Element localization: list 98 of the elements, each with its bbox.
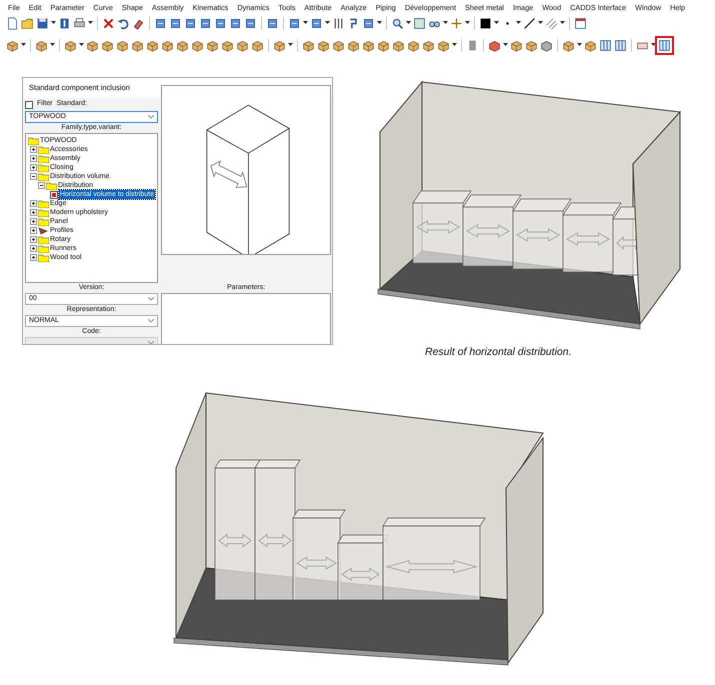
profile-icon: [38, 226, 49, 234]
box-icon[interactable]: [488, 38, 501, 52]
caret-icon[interactable]: [50, 43, 55, 47]
box-icon[interactable]: [407, 38, 420, 52]
caret-icon[interactable]: [538, 21, 543, 25]
caret-icon[interactable]: [651, 43, 656, 47]
square-icon[interactable]: [479, 16, 492, 30]
caret-icon[interactable]: [377, 21, 382, 25]
printer-icon[interactable]: [73, 16, 86, 30]
box-icon[interactable]: [191, 38, 204, 52]
box-icon[interactable]: [221, 38, 234, 52]
box-icon[interactable]: [236, 38, 249, 52]
caret-icon[interactable]: [516, 21, 521, 25]
chevron-icon: [148, 341, 154, 344]
caret-icon[interactable]: [560, 21, 565, 25]
expander-icon[interactable]: [30, 209, 37, 216]
box-icon[interactable]: [131, 38, 144, 52]
box-icon[interactable]: [392, 38, 405, 52]
tool-icon[interactable]: [154, 16, 167, 30]
caret-icon[interactable]: [21, 43, 26, 47]
caret-icon[interactable]: [79, 43, 84, 47]
tool-icon[interactable]: [310, 16, 323, 30]
box-icon[interactable]: [302, 38, 315, 52]
box-icon[interactable]: [540, 38, 553, 52]
box-icon[interactable]: [146, 38, 159, 52]
box-icon[interactable]: [6, 38, 19, 52]
cross-icon[interactable]: [102, 16, 115, 30]
box-icon[interactable]: [251, 38, 264, 52]
caret-icon[interactable]: [51, 21, 56, 25]
window-icon[interactable]: [574, 16, 587, 30]
box-icon[interactable]: [176, 38, 189, 52]
expander-icon[interactable]: [30, 245, 37, 252]
caret-icon[interactable]: [406, 21, 411, 25]
chevron-icon: [148, 319, 154, 323]
expander-icon[interactable]: [30, 218, 37, 225]
component-icon: [50, 190, 58, 198]
box-icon[interactable]: [64, 38, 77, 52]
caret-icon[interactable]: [288, 43, 293, 47]
box-icon[interactable]: [347, 38, 360, 52]
box-icon[interactable]: [437, 38, 450, 52]
chevron-icon: [148, 297, 154, 301]
box-icon[interactable]: [584, 38, 597, 52]
expander-icon[interactable]: [30, 155, 37, 162]
expander-icon[interactable]: [30, 236, 37, 243]
caret-icon[interactable]: [465, 21, 470, 25]
box-icon[interactable]: [116, 38, 129, 52]
undo-icon[interactable]: [117, 16, 130, 30]
panels-icon[interactable]: [614, 38, 627, 52]
expander-icon[interactable]: [30, 254, 37, 261]
tool-icon[interactable]: [199, 16, 212, 30]
box-icon[interactable]: [161, 38, 174, 52]
caret-icon[interactable]: [303, 21, 308, 25]
tool-icon[interactable]: [169, 16, 182, 30]
box-icon[interactable]: [317, 38, 330, 52]
caret-icon[interactable]: [325, 21, 330, 25]
tool-icon[interactable]: [214, 16, 227, 30]
caret-icon[interactable]: [443, 21, 448, 25]
caret-icon[interactable]: [452, 43, 457, 47]
frame-icon[interactable]: [413, 16, 426, 30]
expander-icon[interactable]: [30, 173, 37, 180]
bars-icon[interactable]: [332, 16, 345, 30]
expander-icon[interactable]: [30, 164, 37, 171]
tool-icon[interactable]: [244, 16, 257, 30]
caret-icon[interactable]: [577, 43, 582, 47]
folder-icon[interactable]: [21, 16, 34, 30]
line-icon[interactable]: [523, 16, 536, 30]
tool-icon[interactable]: [229, 16, 242, 30]
box-icon[interactable]: [562, 38, 575, 52]
tool-icon[interactable]: [266, 16, 279, 30]
box-icon[interactable]: [35, 38, 48, 52]
chevron-icon: [148, 115, 154, 119]
expander-icon[interactable]: [30, 146, 37, 153]
caret-icon[interactable]: [88, 21, 93, 25]
expander-icon[interactable]: [30, 200, 37, 207]
box-icon[interactable]: [206, 38, 219, 52]
caret-icon[interactable]: [494, 21, 499, 25]
box-icon[interactable]: [86, 38, 99, 52]
caption: Result of horizontal distribution.: [425, 345, 572, 360]
box-icon[interactable]: [525, 38, 538, 52]
box-icon[interactable]: [422, 38, 435, 52]
box-icon[interactable]: [362, 38, 375, 52]
box-icon[interactable]: [101, 38, 114, 52]
page-icon[interactable]: [6, 16, 19, 30]
panels-icon[interactable]: [599, 38, 612, 52]
axes-icon[interactable]: [450, 16, 463, 30]
magnifier-icon[interactable]: [391, 16, 404, 30]
expander-icon[interactable]: [38, 182, 45, 189]
tool-icon[interactable]: [288, 16, 301, 30]
checkbox[interactable]: [25, 100, 33, 108]
expander-icon[interactable]: [30, 227, 37, 234]
tool-icon[interactable]: [362, 16, 375, 30]
box-icon[interactable]: [273, 38, 286, 52]
box-icon[interactable]: [510, 38, 523, 52]
caret-icon[interactable]: [503, 43, 508, 47]
box-icon[interactable]: [332, 38, 345, 52]
tool-icon[interactable]: [184, 16, 197, 30]
eraser-icon[interactable]: [132, 16, 145, 30]
box-icon[interactable]: [377, 38, 390, 52]
